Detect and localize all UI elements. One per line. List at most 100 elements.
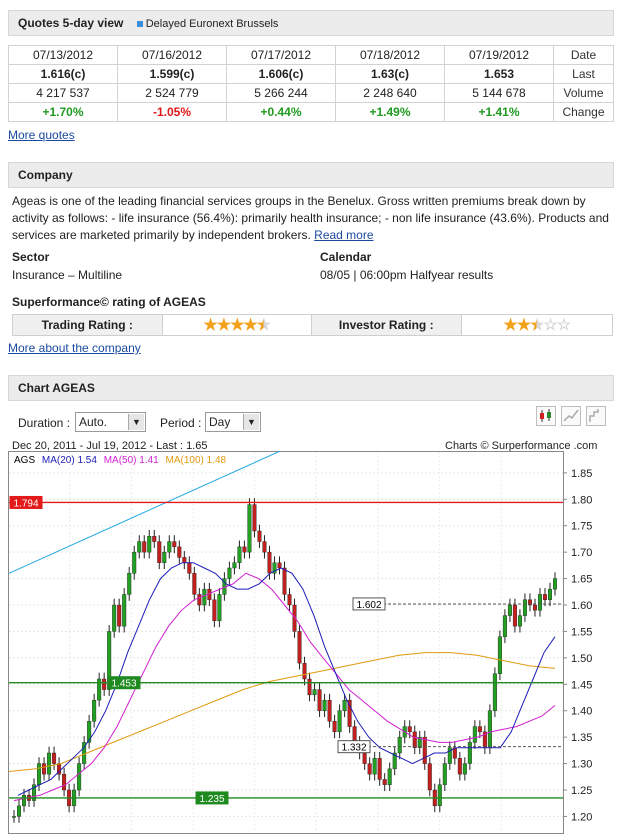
- y-tick-label: 1.40: [571, 706, 592, 718]
- candle-body: [507, 604, 512, 616]
- candle-body: [112, 604, 117, 632]
- chart-title: Chart AGEAS: [18, 381, 95, 395]
- star-full-icon: ★: [203, 317, 217, 334]
- y-tick-label: 1.20: [571, 811, 592, 823]
- candle-body: [257, 530, 262, 542]
- candle-body: [11, 816, 16, 818]
- candle-body: [502, 615, 507, 637]
- quotes-title: Quotes 5-day view: [18, 16, 124, 30]
- quote-row-label: Change: [553, 102, 614, 122]
- candle-body: [217, 594, 222, 622]
- candle-body: [142, 541, 147, 553]
- candle-body: [172, 541, 177, 548]
- quote-row-label: Volume: [553, 83, 614, 103]
- read-more-link[interactable]: Read more: [314, 228, 373, 242]
- quotes-header: Quotes 5-day view Delayed Euronext Bruss…: [8, 10, 614, 36]
- candle-body: [282, 567, 287, 595]
- y-tick-label: 1.65: [571, 574, 592, 586]
- y-tick-label: 1.35: [571, 732, 592, 744]
- candle-body: [542, 594, 547, 600]
- candle-body: [517, 615, 522, 627]
- candle-body: [337, 710, 342, 733]
- candle-body: [477, 726, 482, 733]
- duration-value: Auto.: [79, 415, 108, 429]
- quotes-subtitle: Delayed Euronext Brussels: [145, 18, 279, 30]
- legend-ma100: MA(100) 1.48: [166, 455, 227, 466]
- quote-cell-date: 07/13/2012: [8, 45, 118, 65]
- candle-body: [553, 578, 558, 590]
- y-tick-label: 1.70: [571, 547, 592, 559]
- quote-cell-volume: 2 248 640: [335, 83, 445, 103]
- chart-header: Chart AGEAS: [8, 375, 614, 401]
- candle-body: [42, 763, 47, 775]
- candle-body: [367, 763, 372, 775]
- candle-body: [442, 763, 447, 785]
- candle-body: [297, 631, 302, 664]
- quotes-row-date: 07/13/2012 07/16/2012 07/17/2012 07/18/2012…: [8, 45, 614, 65]
- candle-body: [372, 758, 377, 775]
- line-chart-icon: [563, 409, 579, 422]
- quote-cell-date: 07/18/2012: [335, 45, 445, 65]
- bar-chart-button[interactable]: [586, 406, 606, 426]
- sector-value: Insurance – Multiline: [12, 268, 123, 282]
- trading-rating-label: Trading Rating :: [13, 315, 163, 335]
- line-chart-button[interactable]: [561, 406, 581, 426]
- star-half-icon: ★: [256, 317, 271, 334]
- candle-body: [497, 636, 502, 674]
- candle-body: [307, 678, 312, 696]
- price-chart: 1.7941.4531.2351.6021.332 1.851.801.751.…: [8, 451, 592, 834]
- candle-body: [47, 752, 52, 775]
- candlestick-chart-button[interactable]: [536, 406, 556, 426]
- candle-body: [487, 710, 492, 748]
- candle-body: [407, 726, 412, 733]
- star-full-icon: ★: [243, 317, 257, 334]
- quotes-row-change: +1.70% -1.05% +0.44% +1.49% +1.41% Change: [8, 102, 614, 122]
- quote-row-label: Date: [553, 45, 614, 65]
- candle-body: [147, 536, 152, 553]
- quote-cell-date: 07/17/2012: [226, 45, 336, 65]
- quotes-row-volume: 4 217 537 2 524 779 5 266 244 2 248 640 5 14…: [8, 83, 614, 103]
- y-tick-label: 1.55: [571, 626, 592, 638]
- candlestick-icon: [540, 409, 551, 422]
- level-label: 1.794: [13, 498, 38, 509]
- quote-cell-volume: 5 144 678: [444, 83, 554, 103]
- quote-cell-volume: 5 266 244: [226, 83, 336, 103]
- candle-body: [537, 594, 542, 611]
- candle-body: [287, 594, 292, 606]
- ohlc-icon: [589, 409, 599, 422]
- candle-body: [237, 546, 242, 563]
- square-bullet-icon: [136, 21, 143, 28]
- more-about-company-link[interactable]: More about the company: [8, 341, 141, 355]
- legend-ma20: MA(20) 1.54: [42, 455, 97, 466]
- candle-body: [422, 736, 427, 764]
- candle-body: [522, 599, 527, 616]
- candle-body: [167, 541, 172, 553]
- investor-rating-label: Investor Rating :: [312, 315, 462, 335]
- y-tick-label: 1.60: [571, 600, 592, 612]
- duration-select[interactable]: Auto. ▼: [75, 412, 146, 432]
- period-label: Period :: [160, 416, 202, 430]
- more-quotes-link[interactable]: More quotes: [8, 128, 75, 142]
- candle-body: [212, 599, 217, 622]
- star-icons: ★★★☆☆: [503, 315, 571, 335]
- candle-body: [122, 594, 127, 627]
- chevron-down-icon: ▼: [243, 414, 259, 430]
- quote-cell-last: 1.63(c): [335, 64, 445, 84]
- candle-body: [332, 721, 337, 733]
- calendar-value: 08/05 | 06:00pm Halfyear results: [320, 268, 494, 282]
- sector-label: Sector: [12, 250, 50, 264]
- period-select[interactable]: Day ▼: [205, 412, 261, 432]
- period-value: Day: [209, 415, 231, 429]
- company-description-block: Ageas is one of the leading financial se…: [12, 193, 612, 244]
- candle-body: [157, 541, 162, 563]
- candle-body: [22, 795, 27, 807]
- candle-body: [92, 699, 97, 722]
- candle-body: [387, 768, 392, 785]
- candle-body: [132, 551, 137, 574]
- candle-body: [312, 689, 317, 696]
- y-tick-label: 1.30: [571, 759, 592, 771]
- candle-body: [437, 784, 442, 807]
- candle-body: [77, 763, 82, 791]
- candle-body: [412, 731, 417, 748]
- rating-title: Superformance© rating of AGEAS: [12, 295, 206, 309]
